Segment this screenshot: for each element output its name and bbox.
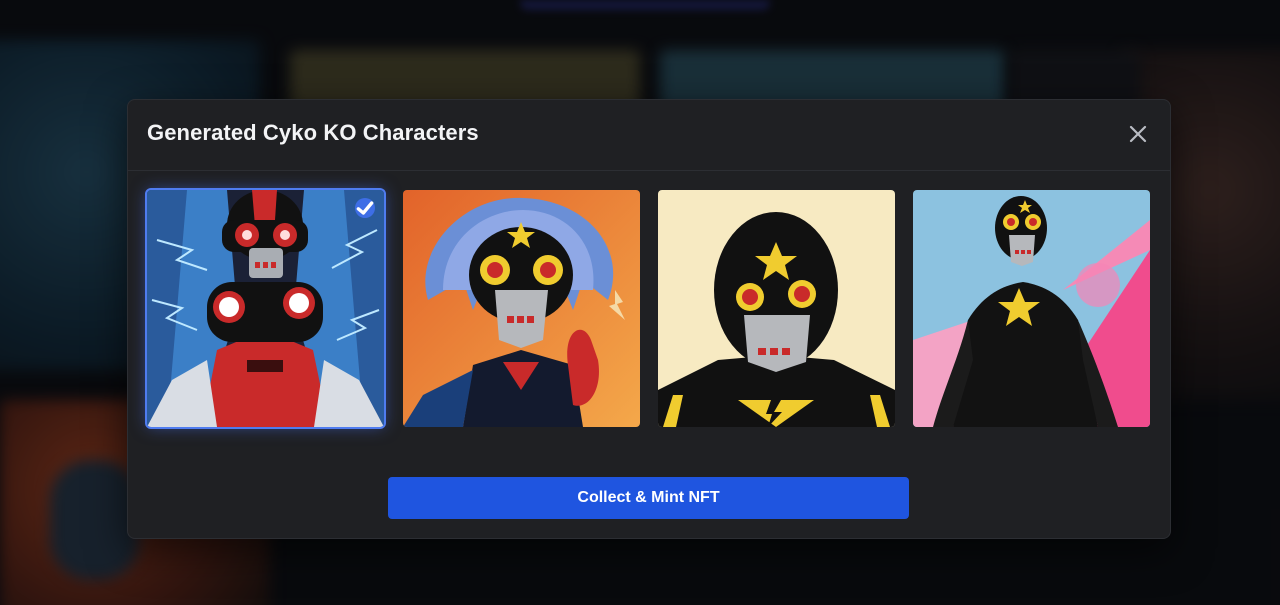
collect-mint-nft-button[interactable]: Collect & Mint NFT: [388, 477, 909, 519]
close-icon: [1129, 125, 1147, 143]
close-button[interactable]: [1128, 124, 1148, 144]
character-card-3[interactable]: [658, 190, 895, 427]
generated-characters-modal: Generated Cyko KO Characters Collect & M…: [127, 99, 1171, 539]
modal-title: Generated Cyko KO Characters: [147, 120, 479, 145]
character-grid: [145, 188, 1150, 430]
modal-header: Generated Cyko KO Characters: [128, 100, 1170, 171]
selected-check-badge: [355, 198, 375, 218]
character-image-1: [147, 190, 384, 427]
character-card-2[interactable]: [403, 190, 640, 427]
character-image-2: [403, 190, 640, 427]
checkmark-icon: [356, 201, 374, 215]
character-card-4[interactable]: [913, 190, 1150, 427]
character-card-1[interactable]: [145, 188, 386, 429]
character-image-4: [913, 190, 1150, 427]
character-image-3: [658, 190, 895, 427]
